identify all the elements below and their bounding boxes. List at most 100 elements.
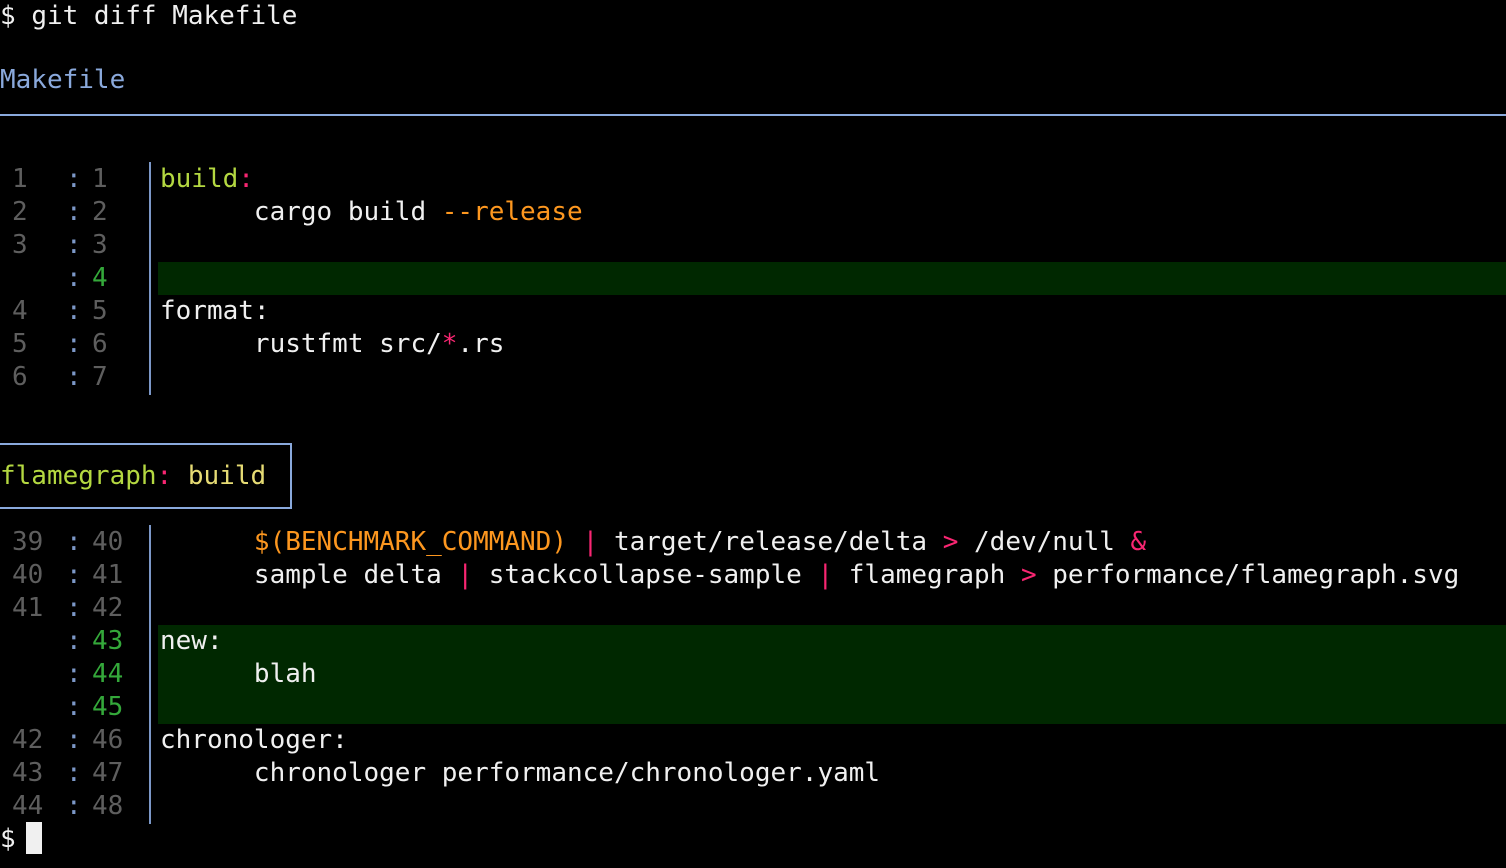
code-token: /dev/null	[958, 527, 1131, 557]
code-line: blah	[158, 658, 1506, 691]
diff-row-added: :45	[0, 691, 1506, 724]
new-line-number: 44	[92, 659, 124, 689]
code-token: flamegraph	[833, 560, 1021, 590]
code-token: |	[457, 560, 474, 590]
diff-row: 4:5 format:	[0, 295, 1506, 328]
line-number-separator: :	[66, 296, 82, 326]
new-line-number: 7	[92, 362, 108, 392]
new-line-number: 47	[92, 758, 124, 788]
old-line-number: 1	[12, 164, 28, 194]
line-number-separator: :	[66, 362, 82, 392]
code-line: new:	[158, 625, 1506, 658]
code-token: $(BENCHMARK_COMMAND)	[253, 527, 567, 557]
hunk-header-colon: :	[156, 461, 173, 491]
code-token: stackcollapse-sample	[473, 560, 818, 590]
code-token: cargo build	[160, 197, 442, 227]
code-token: &	[1130, 527, 1147, 557]
new-line-number: 6	[92, 329, 108, 359]
code-token: >	[1020, 560, 1037, 590]
code-token: --release	[441, 197, 583, 227]
old-line-number: 5	[12, 329, 28, 359]
diff-row: 41:42	[0, 592, 1506, 625]
diff-row: 40:41 sample delta | stackcollapse-sampl…	[0, 559, 1506, 592]
line-number-separator: :	[66, 197, 82, 227]
code-token: .rs	[457, 329, 505, 359]
line-number-separator: :	[66, 692, 82, 722]
old-line-number: 2	[12, 197, 28, 227]
end-prompt-line[interactable]: $	[0, 821, 42, 856]
new-line-number: 42	[92, 593, 124, 623]
code-line	[158, 691, 1506, 724]
end-prompt-symbol: $	[0, 824, 16, 854]
code-line: cargo build --release	[158, 196, 1506, 229]
line-number-separator: :	[66, 791, 82, 821]
line-number-separator: :	[66, 626, 82, 656]
new-line-number: 4	[92, 263, 108, 293]
code-token: performance/flamegraph.svg	[1036, 560, 1460, 590]
code-token: chronologer:	[160, 725, 348, 755]
code-line: format:	[158, 295, 1506, 328]
line-number-separator: :	[66, 329, 82, 359]
old-line-number: 42	[12, 725, 44, 755]
code-token: :	[238, 164, 254, 194]
code-token: build	[160, 164, 239, 194]
hunk-header-label: flamegraph: build	[0, 460, 266, 493]
diff-row-added: :43 new:	[0, 625, 1506, 658]
new-line-number: 46	[92, 725, 124, 755]
code-token: |	[817, 560, 834, 590]
diff-row: 1:1 build:	[0, 163, 1506, 196]
diff-row: 3:3	[0, 229, 1506, 262]
new-line-number: 40	[92, 527, 124, 557]
gutter-line-hunk-2	[149, 525, 151, 824]
code-token: chronologer performance/chronologer.yaml	[160, 758, 881, 788]
old-line-number: 44	[12, 791, 44, 821]
command-text: git diff Makefile	[31, 1, 298, 31]
gutter-line-hunk-1	[149, 162, 151, 395]
code-token: sample delta	[160, 560, 458, 590]
hunk-header-dependency: build	[172, 461, 267, 491]
diff-row: 43:47 chronologer performance/chronologe…	[0, 757, 1506, 790]
new-line-number: 41	[92, 560, 124, 590]
code-token: rustfmt src/	[160, 329, 442, 359]
code-token: *	[441, 329, 458, 359]
code-token: blah	[160, 659, 317, 689]
prompt-symbol: $	[0, 1, 16, 31]
code-line: $(BENCHMARK_COMMAND) | target/release/de…	[158, 526, 1506, 559]
code-line	[158, 262, 1506, 295]
code-token: format:	[160, 296, 270, 326]
line-number-separator: :	[66, 230, 82, 260]
diff-row: 2:2 cargo build --release	[0, 196, 1506, 229]
line-number-separator: :	[66, 659, 82, 689]
new-line-number: 1	[92, 164, 108, 194]
line-number-separator: :	[66, 164, 82, 194]
new-line-number: 5	[92, 296, 108, 326]
code-line: sample delta | stackcollapse-sample | fl…	[158, 559, 1506, 592]
diff-row-added: :4	[0, 262, 1506, 295]
terminal-cursor	[25, 821, 42, 854]
old-line-number: 6	[12, 362, 28, 392]
line-number-separator: :	[66, 527, 82, 557]
old-line-number: 40	[12, 560, 44, 590]
code-token: >	[942, 527, 959, 557]
old-line-number: 39	[12, 527, 44, 557]
diff-row: 42:46 chronologer:	[0, 724, 1506, 757]
old-line-number: 3	[12, 230, 28, 260]
diff-row: 6:7	[0, 361, 1506, 394]
line-number-separator: :	[66, 560, 82, 590]
new-line-number: 43	[92, 626, 124, 656]
old-line-number: 43	[12, 758, 44, 788]
old-line-number: 41	[12, 593, 44, 623]
new-line-number: 2	[92, 197, 108, 227]
command-line: $ git diff Makefile	[0, 0, 297, 33]
code-line: chronologer performance/chronologer.yaml	[158, 757, 1506, 790]
line-number-separator: :	[66, 593, 82, 623]
new-line-number: 48	[92, 791, 124, 821]
line-number-separator: :	[66, 725, 82, 755]
code-token: target/release/delta	[613, 527, 943, 557]
hunk-header-target: flamegraph	[0, 461, 157, 491]
